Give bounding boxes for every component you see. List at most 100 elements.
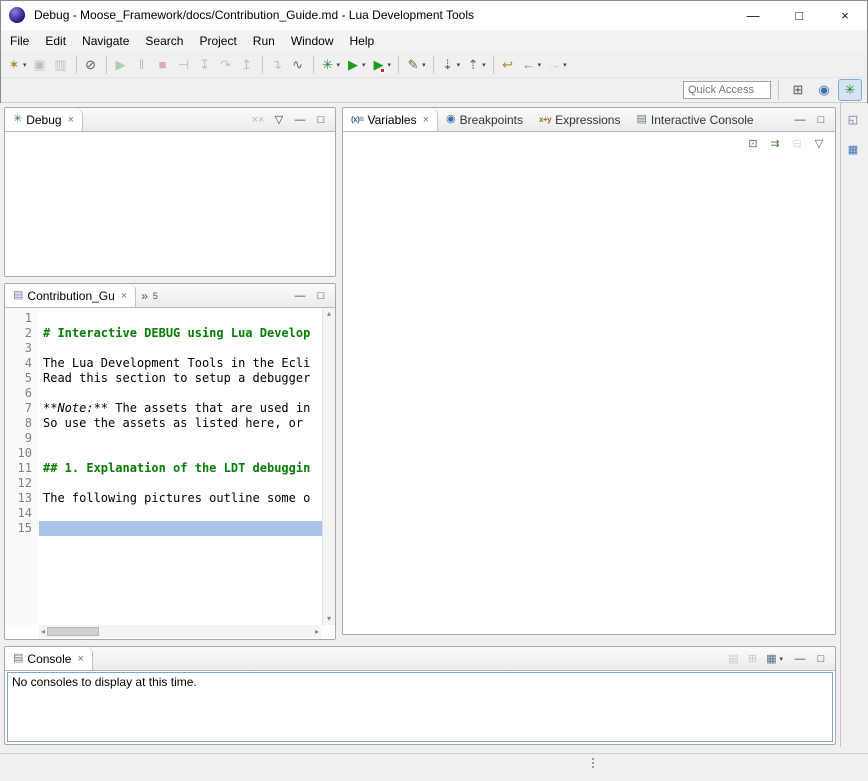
- menu-search[interactable]: Search: [137, 31, 191, 51]
- code-line[interactable]: [39, 386, 322, 401]
- run-launch-icon[interactable]: ▶▾: [343, 54, 368, 76]
- view-menu-icon[interactable]: ▽: [272, 113, 286, 127]
- maximize-view-icon[interactable]: □: [814, 113, 828, 127]
- scroll-down-icon[interactable]: ▾: [327, 615, 331, 623]
- menu-window[interactable]: Window: [283, 31, 342, 51]
- minimize-view-icon[interactable]: —: [793, 113, 807, 127]
- line-number: 11: [5, 461, 39, 476]
- quick-access-input[interactable]: [683, 81, 771, 99]
- tab-contribution-guide[interactable]: ▤ Contribution_Gu ×: [5, 284, 136, 307]
- line-number: 10: [5, 446, 39, 461]
- tab-expressions[interactable]: x+yExpressions: [531, 108, 628, 131]
- minimize-button[interactable]: —: [730, 0, 776, 30]
- menu-file[interactable]: File: [2, 31, 37, 51]
- scrollbar-thumb[interactable]: [47, 627, 99, 636]
- tab-debug[interactable]: ✳ Debug ×: [5, 108, 83, 131]
- code-line-selected[interactable]: [39, 521, 322, 536]
- menu-help[interactable]: Help: [342, 31, 383, 51]
- editor-overflow-chevron[interactable]: »5: [136, 284, 163, 307]
- use-step-filters-icon[interactable]: ∿: [288, 54, 308, 76]
- titlebar: Debug - Moose_Framework/docs/Contributio…: [0, 0, 868, 30]
- restore-view-icon[interactable]: ◱: [844, 111, 862, 129]
- maximize-view-icon[interactable]: □: [814, 652, 828, 666]
- ldt-perspective-icon[interactable]: ◉: [812, 79, 836, 101]
- code-line[interactable]: [39, 341, 322, 356]
- code-line[interactable]: # Interactive DEBUG using Lua Develop: [39, 326, 322, 341]
- tab-interactive-console[interactable]: ▤Interactive Console: [628, 108, 761, 131]
- editor-vertical-scrollbar[interactable]: ▴ ▾: [322, 308, 335, 625]
- step-over-icon: ↷: [216, 54, 236, 76]
- tab-label: Debug: [26, 113, 61, 127]
- debug-launch-icon[interactable]: ✳▾: [318, 54, 343, 76]
- new-wizard-icon[interactable]: ✶▾: [4, 54, 29, 76]
- code-line[interactable]: ## 1. Explanation of the LDT debuggin: [39, 461, 322, 476]
- tab-console[interactable]: ▤ Console ×: [5, 647, 93, 670]
- menu-edit[interactable]: Edit: [37, 31, 74, 51]
- close-tab-icon[interactable]: ×: [423, 114, 429, 126]
- code-line[interactable]: The Lua Development Tools in the Ecli: [39, 356, 322, 371]
- toolbar-separator: [493, 56, 494, 74]
- minimized-view-icon[interactable]: ▦: [844, 141, 862, 159]
- previous-annotation-icon[interactable]: ⇡▾: [463, 54, 488, 76]
- line-number: 2: [5, 326, 39, 341]
- scroll-right-icon[interactable]: ▸: [315, 628, 319, 636]
- maximize-view-icon[interactable]: □: [314, 289, 328, 303]
- open-element-icon[interactable]: ✎▾: [403, 54, 428, 76]
- scroll-up-icon[interactable]: ▴: [327, 310, 331, 318]
- line-number-ruler[interactable]: 123456789101112131415: [5, 308, 39, 625]
- variables-content: [343, 156, 835, 634]
- secondary-toolbar: ⊞◉✳: [0, 78, 868, 103]
- last-edit-location-icon[interactable]: ↩: [498, 54, 518, 76]
- minimize-view-icon[interactable]: —: [293, 113, 307, 127]
- maximize-view-icon[interactable]: □: [314, 113, 328, 127]
- perspective-bar: ⊞◉✳: [786, 79, 862, 101]
- code-line[interactable]: **Note:** The assets that are used in: [39, 401, 322, 416]
- step-return-icon: ↥: [237, 54, 257, 76]
- menu-project[interactable]: Project: [191, 31, 244, 51]
- back-icon[interactable]: ←▾: [519, 54, 544, 76]
- code-line[interactable]: Read this section to setup a debugger: [39, 371, 322, 386]
- next-annotation-icon[interactable]: ⇣▾: [438, 54, 463, 76]
- debug-perspective-icon[interactable]: ✳: [838, 79, 862, 101]
- show-type-names-icon[interactable]: ⊡: [744, 135, 762, 153]
- skip-all-breakpoints-icon[interactable]: ⊘: [81, 54, 101, 76]
- close-button[interactable]: ×: [822, 0, 868, 30]
- scrollbar-track[interactable]: [45, 626, 315, 637]
- code-line[interactable]: [39, 446, 322, 461]
- close-tab-icon[interactable]: ×: [77, 653, 83, 665]
- sash-grip[interactable]: [592, 758, 594, 760]
- minimize-view-icon[interactable]: —: [293, 289, 307, 303]
- menu-run[interactable]: Run: [245, 31, 283, 51]
- new-console-view-icon[interactable]: ▦▾: [762, 650, 785, 668]
- code-line[interactable]: So use the assets as listed here, or: [39, 416, 322, 431]
- tab-breakpoints[interactable]: ◉Breakpoints: [438, 108, 531, 131]
- line-number: 7: [5, 401, 39, 416]
- debug-tabbar: ✳ Debug × ×× ▽ — □: [5, 108, 335, 132]
- minimize-view-icon[interactable]: —: [793, 652, 807, 666]
- chevron-icon: »: [141, 289, 148, 303]
- open-perspective-icon[interactable]: ⊞: [786, 79, 810, 101]
- toolbar-separator: [398, 56, 399, 74]
- code-line[interactable]: [39, 476, 322, 491]
- show-logical-structures-icon[interactable]: ⇉: [766, 135, 784, 153]
- tab-variables[interactable]: (x)=Variables×: [343, 108, 438, 131]
- toolbar-separator: [76, 56, 77, 74]
- code-segment: Read this section to setup a debugger: [43, 371, 310, 385]
- tab-label: Console: [27, 652, 71, 666]
- code-area[interactable]: # Interactive DEBUG using Lua Develop The…: [39, 308, 322, 625]
- window-title: Debug - Moose_Framework/docs/Contributio…: [34, 8, 474, 22]
- close-tab-icon[interactable]: ×: [68, 114, 74, 126]
- external-tools-icon[interactable]: ▶▾: [369, 54, 394, 76]
- maximize-button[interactable]: □: [776, 0, 822, 30]
- code-line[interactable]: [39, 431, 322, 446]
- menu-navigate[interactable]: Navigate: [74, 31, 137, 51]
- code-line[interactable]: [39, 506, 322, 521]
- editor-horizontal-scrollbar[interactable]: ◂ ▸: [39, 625, 321, 638]
- tab-label: Breakpoints: [460, 113, 523, 127]
- view-menu-icon[interactable]: ▽: [810, 135, 828, 153]
- code-segment: # Interactive DEBUG using Lua Develop: [43, 326, 310, 340]
- code-line[interactable]: [39, 311, 322, 326]
- code-line[interactable]: The following pictures outline some o: [39, 491, 322, 506]
- close-tab-icon[interactable]: ×: [121, 290, 127, 302]
- code-segment: The Lua Development Tools in the Ecli: [43, 356, 310, 370]
